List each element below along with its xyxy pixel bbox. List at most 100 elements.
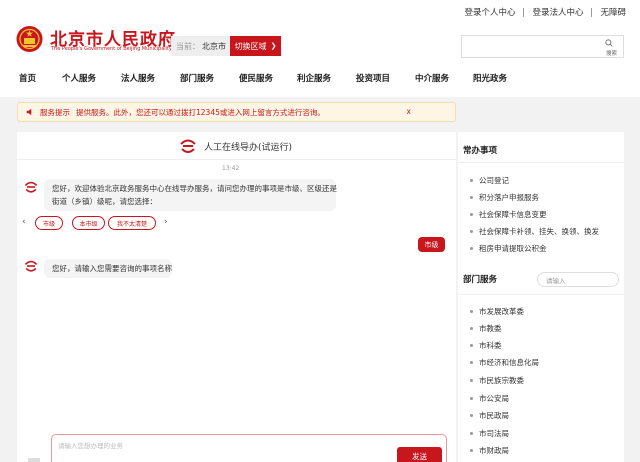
common-item[interactable]: 公司登记 [470, 175, 509, 186]
nav-item-intermediary[interactable]: 中介服务 [415, 72, 449, 84]
common-item[interactable]: 社会保障卡补领、挂失、换领、换发 [470, 226, 599, 237]
bot-message-line: 您好，请输入您需要咨询的事项名称 [52, 264, 172, 273]
common-item-label: 社会保障卡信息变更 [479, 210, 547, 219]
guide-logo-icon [180, 139, 196, 153]
department-item[interactable]: 市教委 [470, 323, 502, 334]
accessibility-link[interactable]: 无障碍 [600, 6, 626, 18]
nav-item-home[interactable]: 首页 [19, 72, 36, 84]
chip-city-level[interactable]: 市级 [35, 216, 63, 230]
department-item[interactable]: 市司法局 [470, 428, 509, 439]
search-icon[interactable] [605, 39, 613, 47]
divider [523, 7, 525, 17]
right-sidebar: 常办事项 公司登记 积分落户申报服务 社会保障卡信息变更 社会保障卡补领、挂失、… [458, 132, 624, 462]
top-links: 登录个人中心 登录法人中心 无障碍 [464, 5, 626, 19]
chat-input-area: 发送 [51, 434, 447, 462]
switch-region-button[interactable]: 切换区域 ❯ [230, 36, 281, 56]
bullet [470, 179, 473, 182]
bot-message-bubble: 您好，欢迎体验北京政务服务中心在线导办服务，请问您办理的事项是市级、区级还是 街… [44, 179, 337, 211]
department-item-label: 市财政局 [479, 446, 509, 455]
department-item[interactable]: 市民政局 [470, 410, 509, 421]
bullet [470, 449, 473, 452]
bullet [470, 414, 473, 417]
department-item-label: 市民政局 [479, 411, 509, 420]
common-item-label: 公司登记 [479, 176, 509, 185]
speaker-icon [26, 108, 32, 116]
chat-panel: 人工在线导办(试运行) 13:42 您好，欢迎体验北京政务服务中心在线导办服务，… [17, 132, 456, 462]
notice-close-button[interactable]: x [407, 107, 411, 116]
bullet [470, 310, 473, 313]
common-items-title: 常办事项 [463, 146, 498, 156]
bullet [470, 247, 473, 250]
chip-not-sure[interactable]: 我不太清楚 [108, 216, 156, 230]
department-item[interactable]: 市发展改革委 [470, 306, 524, 317]
nav-item-personal[interactable]: 个人服务 [62, 72, 96, 84]
department-item[interactable]: 市公安局 [470, 393, 509, 404]
bullet [470, 327, 473, 330]
page: 登录个人中心 登录法人中心 无障碍 北京市人民政府 The People's G… [0, 0, 640, 462]
location-value: 北京市 [202, 41, 226, 51]
common-item[interactable]: 租房申请提取公积金 [470, 243, 547, 254]
notice-label: 服务提示 [40, 107, 70, 117]
common-item[interactable]: 积分落户申报服务 [470, 192, 539, 203]
chip-district-level[interactable]: 本市级 [72, 216, 105, 230]
chevron-right-icon[interactable]: › [164, 217, 168, 227]
common-item[interactable]: 社会保障卡信息变更 [470, 209, 547, 220]
bot-message-line: 街道（乡镇）级呢，请您选择： [52, 197, 157, 206]
site-header: 登录个人中心 登录法人中心 无障碍 北京市人民政府 The People's G… [0, 0, 640, 97]
bullet [470, 230, 473, 233]
bot-message-bubble: 您好，请输入您需要咨询的事项名称 [44, 259, 172, 278]
nav-item-convenience[interactable]: 便民服务 [239, 72, 273, 84]
chat-header: 人工在线导办(试运行) [17, 132, 456, 160]
divider [458, 294, 624, 295]
user-message-bubble: 市级 [418, 237, 445, 252]
chevron-down-icon: ❯ [270, 42, 277, 50]
department-item[interactable]: 市经济和信息化局 [470, 357, 539, 368]
common-item-label: 租房申请提取公积金 [479, 244, 547, 253]
divider [591, 7, 593, 17]
search-button-label[interactable]: 搜索 [606, 49, 617, 57]
department-item-label: 市科委 [479, 341, 502, 350]
department-item-label: 市司法局 [479, 429, 509, 438]
bullet [470, 196, 473, 199]
message-timestamp: 13:42 [222, 165, 240, 172]
site-search-input[interactable]: 搜索 [461, 35, 624, 58]
bullet [470, 213, 473, 216]
department-item-label: 市发展改革委 [479, 307, 524, 316]
switch-region-label: 切换区域 [234, 41, 267, 51]
department-services-title: 部门服务 [463, 275, 498, 285]
department-item[interactable]: 市财政局 [470, 445, 509, 456]
common-item-label: 积分落户申报服务 [479, 193, 539, 202]
department-item[interactable]: 市民族宗教委 [470, 375, 524, 386]
site-logo-subtitle: The People's Government of Beijing Munic… [51, 46, 172, 52]
chevron-left-icon[interactable]: ‹ [22, 217, 26, 227]
bullet [470, 432, 473, 435]
send-button[interactable]: 发送 [397, 447, 442, 462]
department-item-label: 市民族宗教委 [479, 376, 524, 385]
department-item-label: 市教委 [479, 324, 502, 333]
divider [458, 162, 624, 163]
nav-item-enterprise[interactable]: 利企服务 [297, 72, 331, 84]
department-item-label: 市公安局 [479, 394, 509, 403]
bullet [470, 379, 473, 382]
bullet [470, 397, 473, 400]
bullet [470, 361, 473, 364]
common-item-label: 社会保障卡补领、挂失、换领、换发 [479, 227, 599, 236]
department-item[interactable]: 市科委 [470, 340, 502, 351]
nav-item-open-government[interactable]: 阳光政务 [473, 72, 507, 84]
national-emblem-icon [16, 26, 43, 52]
main-nav: 首页 个人服务 法人服务 部门服务 便民服务 利企服务 投资项目 中介服务 阳光… [0, 68, 640, 88]
nav-item-legal[interactable]: 法人服务 [121, 72, 155, 84]
chat-message-input[interactable] [58, 440, 358, 460]
department-item-label: 市经济和信息化局 [479, 358, 539, 367]
login-legal-link[interactable]: 登录法人中心 [532, 6, 583, 18]
login-personal-link[interactable]: 登录个人中心 [464, 6, 515, 18]
location-label: 当前： [176, 41, 200, 51]
nav-item-department[interactable]: 部门服务 [180, 72, 214, 84]
department-search-input[interactable]: 请输入 [537, 272, 619, 287]
bullet [470, 344, 473, 347]
bot-avatar-icon [24, 260, 38, 272]
bot-avatar-icon [24, 181, 38, 193]
service-notice-banner: 服务提示 提供服务。此外，您还可以通过拨打12345或进入网上留言方式进行咨询。… [17, 102, 456, 122]
nav-item-investment[interactable]: 投资项目 [356, 72, 390, 84]
notice-text: 提供服务。此外，您还可以通过拨打12345或进入网上留言方式进行咨询。 [76, 107, 325, 117]
